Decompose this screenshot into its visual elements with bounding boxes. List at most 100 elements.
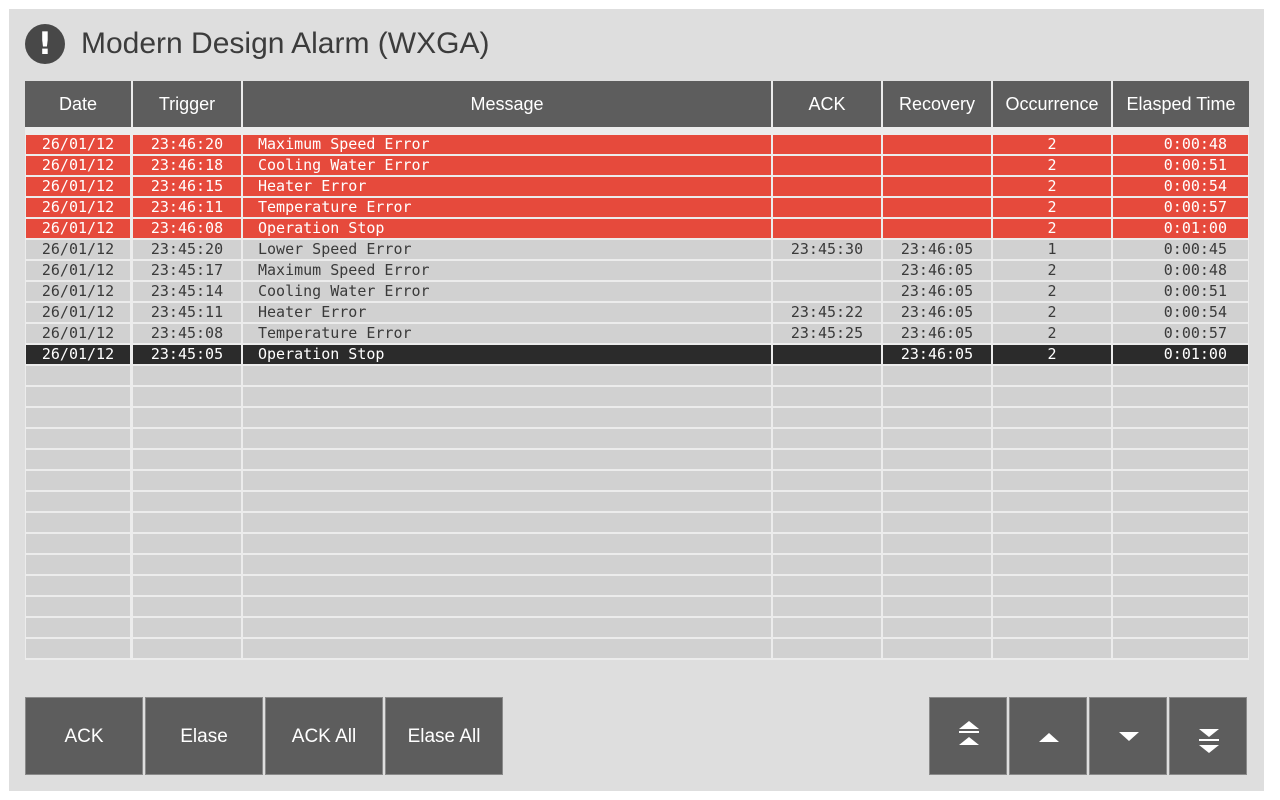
empty-row[interactable] bbox=[25, 639, 1249, 658]
empty-row[interactable] bbox=[25, 597, 1249, 616]
empty-cell bbox=[883, 429, 991, 448]
empty-cell bbox=[883, 513, 991, 532]
scroll-up-button[interactable] bbox=[1009, 697, 1087, 775]
cell-recovery bbox=[883, 198, 991, 217]
cell-message: Heater Error bbox=[243, 303, 771, 322]
empty-cell bbox=[26, 513, 130, 532]
empty-cell bbox=[993, 408, 1111, 427]
table-row[interactable]: 26/01/12 23:46:20 Maximum Speed Error 2 0:00… bbox=[25, 135, 1249, 154]
column-header-recovery[interactable]: Recovery bbox=[883, 81, 991, 127]
cell-recovery: 23:46:05 bbox=[883, 345, 991, 364]
empty-cell bbox=[243, 471, 771, 490]
cell-recovery bbox=[883, 156, 991, 175]
empty-cell bbox=[883, 597, 991, 616]
erase-button[interactable]: Elase bbox=[145, 697, 263, 775]
empty-cell bbox=[993, 471, 1111, 490]
empty-cell bbox=[243, 387, 771, 406]
column-header-trigger[interactable]: Trigger bbox=[133, 81, 241, 127]
table-row[interactable]: 26/01/12 23:45:14 Cooling Water Error 23:46… bbox=[25, 282, 1249, 301]
cell-recovery: 23:46:05 bbox=[883, 261, 991, 280]
table-row-selected[interactable]: 26/01/12 23:45:05 Operation Stop 23:46:05 2 0… bbox=[25, 345, 1249, 364]
cell-occurrence: 2 bbox=[993, 198, 1111, 217]
empty-row[interactable] bbox=[25, 387, 1249, 406]
column-header-occurrence[interactable]: Occurrence bbox=[993, 81, 1111, 127]
empty-cell bbox=[1113, 471, 1248, 490]
empty-cell bbox=[133, 534, 241, 553]
table-row[interactable]: 26/01/12 23:45:11 Heater Error 23:45:22 23:4… bbox=[25, 303, 1249, 322]
empty-row[interactable] bbox=[25, 408, 1249, 427]
empty-cell bbox=[243, 576, 771, 595]
empty-cell bbox=[243, 597, 771, 616]
empty-cell bbox=[1113, 534, 1248, 553]
empty-cell bbox=[243, 555, 771, 574]
table-row[interactable]: 26/01/12 23:46:18 Cooling Water Error 2 0:00… bbox=[25, 156, 1249, 175]
empty-cell bbox=[1113, 576, 1248, 595]
scroll-down-button[interactable] bbox=[1089, 697, 1167, 775]
scroll-last-button[interactable] bbox=[1169, 697, 1247, 775]
empty-cell bbox=[243, 618, 771, 637]
table-row[interactable]: 26/01/12 23:46:11 Temperature Error 2 0:00:5… bbox=[25, 198, 1249, 217]
empty-cell bbox=[993, 576, 1111, 595]
empty-row[interactable] bbox=[25, 429, 1249, 448]
window-title: Modern Design Alarm (WXGA) bbox=[81, 27, 490, 60]
column-header-elapsed[interactable]: Elasped Time bbox=[1113, 81, 1249, 127]
empty-cell bbox=[883, 555, 991, 574]
empty-cell bbox=[26, 387, 130, 406]
scroll-first-button[interactable] bbox=[929, 697, 1007, 775]
empty-cell bbox=[773, 387, 881, 406]
cell-elapsed: 0:00:54 bbox=[1113, 177, 1248, 196]
empty-row[interactable] bbox=[25, 513, 1249, 532]
empty-cell bbox=[1113, 639, 1248, 658]
table-body[interactable]: 26/01/12 23:46:20 Maximum Speed Error 2 0:00… bbox=[25, 135, 1249, 660]
empty-cell bbox=[993, 450, 1111, 469]
erase-all-button[interactable]: Elase All bbox=[385, 697, 503, 775]
table-row[interactable]: 26/01/12 23:46:15 Heater Error 2 0:00:54 bbox=[25, 177, 1249, 196]
empty-cell bbox=[243, 408, 771, 427]
empty-cell bbox=[993, 534, 1111, 553]
empty-cell bbox=[133, 471, 241, 490]
cell-occurrence: 2 bbox=[993, 135, 1111, 154]
empty-cell bbox=[26, 618, 130, 637]
empty-cell bbox=[993, 513, 1111, 532]
empty-cell bbox=[883, 387, 991, 406]
cell-date: 26/01/12 bbox=[26, 282, 130, 301]
ack-button[interactable]: ACK bbox=[25, 697, 143, 775]
empty-cell bbox=[133, 408, 241, 427]
empty-row[interactable] bbox=[25, 618, 1249, 637]
cell-elapsed: 0:01:00 bbox=[1113, 219, 1248, 238]
table-row[interactable]: 26/01/12 23:45:17 Maximum Speed Error 23:46… bbox=[25, 261, 1249, 280]
column-header-date[interactable]: Date bbox=[25, 81, 131, 127]
column-header-message[interactable]: Message bbox=[243, 81, 771, 127]
table-row[interactable]: 26/01/12 23:45:20 Lower Speed Error 23:45:3… bbox=[25, 240, 1249, 259]
table-row[interactable]: 26/01/12 23:45:08 Temperature Error 23:45:2… bbox=[25, 324, 1249, 343]
empty-row[interactable] bbox=[25, 366, 1249, 385]
empty-row[interactable] bbox=[25, 450, 1249, 469]
empty-row[interactable] bbox=[25, 576, 1249, 595]
cell-occurrence: 2 bbox=[993, 324, 1111, 343]
cell-date: 26/01/12 bbox=[26, 303, 130, 322]
cell-trigger: 23:46:08 bbox=[133, 219, 241, 238]
cell-recovery: 23:46:05 bbox=[883, 324, 991, 343]
empty-cell bbox=[773, 408, 881, 427]
empty-cell bbox=[993, 639, 1111, 658]
cell-date: 26/01/12 bbox=[26, 198, 130, 217]
empty-row[interactable] bbox=[25, 555, 1249, 574]
empty-cell bbox=[133, 639, 241, 658]
empty-cell bbox=[1113, 450, 1248, 469]
empty-cell bbox=[883, 408, 991, 427]
empty-cell bbox=[133, 429, 241, 448]
table-row[interactable]: 26/01/12 23:46:08 Operation Stop 2 0:01:00 bbox=[25, 219, 1249, 238]
empty-cell bbox=[26, 471, 130, 490]
empty-row[interactable] bbox=[25, 534, 1249, 553]
empty-cell bbox=[993, 597, 1111, 616]
ack-all-button[interactable]: ACK All bbox=[265, 697, 383, 775]
empty-row[interactable] bbox=[25, 492, 1249, 511]
empty-row[interactable] bbox=[25, 471, 1249, 490]
column-header-ack[interactable]: ACK bbox=[773, 81, 881, 127]
empty-cell bbox=[993, 555, 1111, 574]
cell-ack bbox=[773, 198, 881, 217]
empty-cell bbox=[1113, 429, 1248, 448]
empty-cell bbox=[883, 618, 991, 637]
empty-cell bbox=[773, 639, 881, 658]
empty-cell bbox=[993, 429, 1111, 448]
